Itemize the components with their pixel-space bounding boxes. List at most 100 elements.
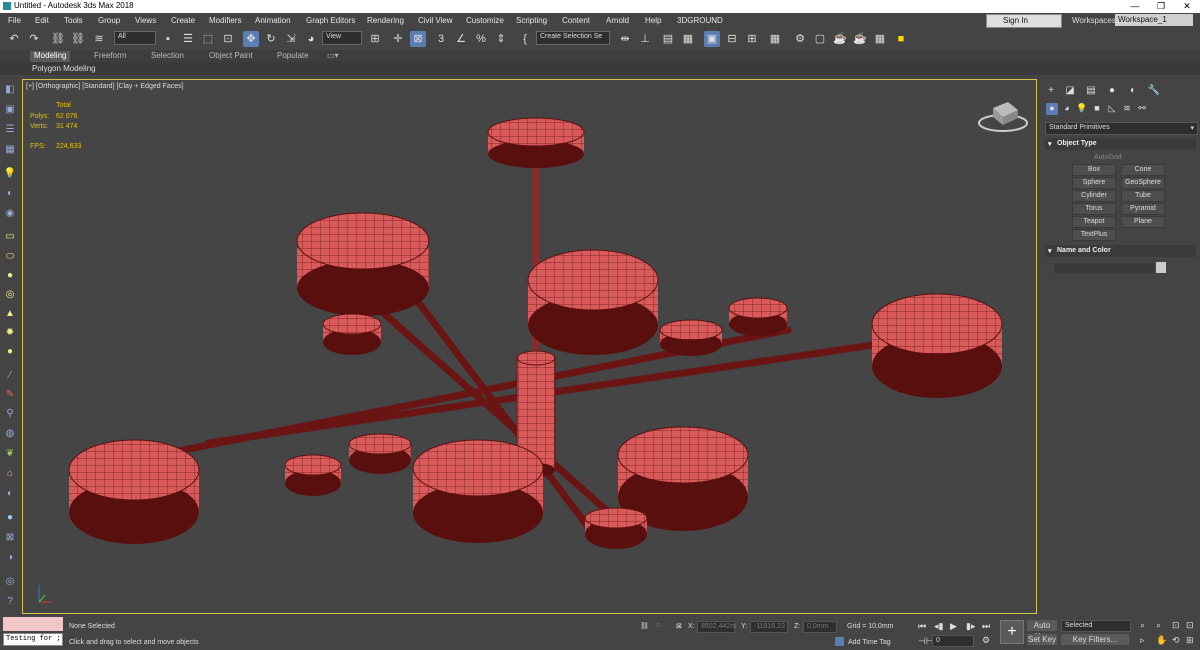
menu-group[interactable]: Group	[98, 16, 120, 25]
list-icon[interactable]: ☰	[3, 123, 17, 137]
polygon-modeling-label[interactable]: Polygon Modeling	[32, 64, 96, 73]
menu-create[interactable]: Create	[171, 16, 195, 25]
camera-icon[interactable]: ◐	[3, 187, 17, 201]
box-button[interactable]: Box	[1072, 164, 1116, 176]
add-time-tag[interactable]: Add Time Tag	[848, 639, 891, 646]
angle-snap-icon[interactable]: ∠	[453, 31, 469, 47]
key-filters-button[interactable]: Key Filters...	[1061, 634, 1129, 645]
modifier-icon[interactable]: ⊠	[3, 531, 17, 545]
plane-button[interactable]: Plane	[1121, 216, 1165, 228]
render-iterative-icon[interactable]: ☕	[852, 31, 868, 47]
zoom-icon[interactable]: ⌕	[1140, 620, 1145, 631]
arnold-icon[interactable]: ■	[893, 31, 909, 47]
tab-object-paint[interactable]: Object Paint	[209, 51, 253, 62]
viewport-perspective[interactable]: [+] [Orthographic] [Standard] [Clay + Ed…	[22, 79, 1037, 614]
redo-icon[interactable]: ↷	[26, 31, 42, 47]
selection-filter[interactable]: All	[114, 31, 156, 45]
render-setup-icon[interactable]: ⚙	[792, 31, 808, 47]
box-icon[interactable]: ▭	[3, 230, 17, 244]
menu-help[interactable]: Help	[645, 16, 661, 25]
teapot-button[interactable]: Teapot	[1072, 216, 1116, 228]
cone-button[interactable]: Cone	[1121, 164, 1165, 176]
light-icon[interactable]: 💡	[3, 167, 17, 181]
viewport-layout-icon[interactable]: ◧	[3, 83, 17, 97]
options-icon[interactable]: ◎	[3, 575, 17, 589]
percent-snap-icon[interactable]: %	[473, 31, 489, 47]
chandelier-model[interactable]	[23, 80, 1037, 614]
hierarchy-tab-icon[interactable]: ▤	[1084, 85, 1098, 99]
dynamics-icon[interactable]: ◐	[3, 487, 17, 501]
menu-rendering[interactable]: Rendering	[367, 16, 404, 25]
create-tab-icon[interactable]: +	[1044, 85, 1058, 99]
motion-tab-icon[interactable]: ●	[1105, 85, 1119, 99]
layer-icon[interactable]: ▤	[660, 31, 676, 47]
helper-icon[interactable]: ⚲	[3, 407, 17, 421]
globe-icon[interactable]: ◍	[3, 427, 17, 441]
pivot-icon[interactable]: ⊞	[367, 31, 383, 47]
object-color-swatch[interactable]	[1156, 262, 1166, 273]
time-config-icon[interactable]: ⚙	[982, 635, 990, 646]
unlink-icon[interactable]: ⛓	[70, 31, 86, 47]
geosphere-icon[interactable]: ●	[3, 345, 17, 359]
transform-mode-icon[interactable]: ⊠	[676, 622, 682, 630]
maxscript-input[interactable]: Testing for ;	[3, 633, 63, 646]
menu-tools[interactable]: Tools	[64, 16, 83, 25]
next-frame-icon[interactable]: ▮▸	[966, 621, 975, 632]
play-icon[interactable]: ▶	[950, 621, 957, 632]
zoom-extents-icon[interactable]: ⊡	[1172, 620, 1180, 631]
undo-icon[interactable]: ↶	[6, 31, 22, 47]
textplus-button[interactable]: TextPlus	[1072, 229, 1116, 241]
torus-button[interactable]: Torus	[1072, 203, 1116, 215]
menu-arnold[interactable]: Arnold	[606, 16, 629, 25]
z-coordinate-field[interactable]: 0,0mm	[803, 621, 837, 633]
menu-modifiers[interactable]: Modifiers	[209, 16, 241, 25]
bind-icon[interactable]: ≋	[91, 31, 107, 47]
snap-toggle[interactable]: 3	[433, 31, 449, 47]
sphere-icon[interactable]: ●	[3, 269, 17, 283]
link-icon[interactable]: ⛓	[50, 31, 66, 47]
shape-icon[interactable]: ◉	[3, 207, 17, 221]
shapes-icon[interactable]: ◕	[1061, 103, 1073, 115]
pyramid-button[interactable]: Pyramid	[1121, 203, 1165, 215]
tab-freeform[interactable]: Freeform	[94, 51, 126, 62]
key-mode-select[interactable]: Selected	[1061, 620, 1131, 632]
move-icon[interactable]: ✥	[243, 31, 259, 47]
menu-views[interactable]: Views	[135, 16, 156, 25]
hair-icon[interactable]: ⁄	[3, 369, 17, 383]
x-coordinate-field[interactable]: 8502,442m	[697, 621, 736, 633]
workspace-select[interactable]: Workspace_1	[1115, 14, 1193, 26]
maxscript-listener-pink[interactable]	[3, 617, 63, 631]
tube-button[interactable]: Tube	[1121, 190, 1165, 202]
set-key-button[interactable]: Set Key	[1027, 634, 1057, 645]
tab-selection[interactable]: Selection	[151, 51, 184, 62]
maximize-viewport-icon[interactable]: ⊞	[1186, 635, 1194, 646]
mirror-icon[interactable]: ⇹	[617, 31, 633, 47]
cameras-icon[interactable]: ■	[1091, 103, 1103, 115]
modify-tab-icon[interactable]: ◪	[1063, 85, 1077, 99]
time-tag-icon[interactable]	[835, 637, 844, 646]
rect-region-icon[interactable]: ⬚	[200, 31, 216, 47]
helpers-icon[interactable]: ◺	[1106, 103, 1118, 115]
field-of-view-icon[interactable]: ▹	[1140, 635, 1145, 646]
menu-animation[interactable]: Animation	[255, 16, 291, 25]
grid-icon[interactable]: ▦	[3, 143, 17, 157]
orbit-icon[interactable]: ⟲	[1172, 635, 1180, 646]
name-and-color-rollout[interactable]: ▾ Name and Color	[1045, 245, 1196, 257]
menu-edit[interactable]: Edit	[35, 16, 49, 25]
select-icon[interactable]: ▪	[160, 31, 176, 47]
zoom-all-icon[interactable]: ⌕	[1156, 620, 1161, 631]
menu-graph-editors[interactable]: Graph Editors	[306, 16, 355, 25]
menu-customize[interactable]: Customize	[466, 16, 504, 25]
manipulate-icon[interactable]: ✛	[390, 31, 406, 47]
schematic-view-icon[interactable]: ⊞	[744, 31, 760, 47]
zoom-extents-all-icon[interactable]: ⊡	[1186, 620, 1194, 631]
menu-scripting[interactable]: Scripting	[516, 16, 547, 25]
cylinder-button[interactable]: Cylinder	[1072, 190, 1116, 202]
ref-coord-select[interactable]: View	[322, 31, 362, 45]
lights-icon[interactable]: 💡	[1076, 103, 1088, 115]
cone-icon[interactable]: ▲	[3, 307, 17, 321]
tab-populate[interactable]: Populate	[277, 51, 309, 62]
material-editor-icon[interactable]: ▦	[767, 31, 783, 47]
rotate-icon[interactable]: ↻	[263, 31, 279, 47]
menu-civil-view[interactable]: Civil View	[418, 16, 453, 25]
